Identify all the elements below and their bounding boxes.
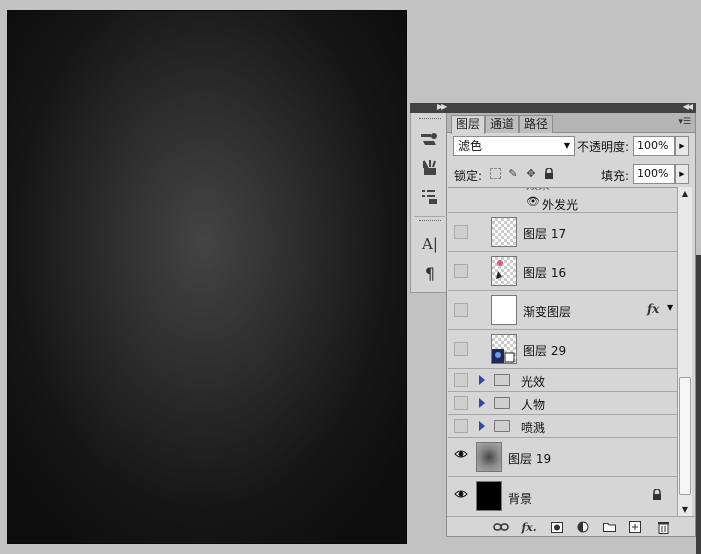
- layer-thumbnail: [491, 217, 517, 247]
- layer-name[interactable]: 图层 29: [523, 342, 566, 359]
- folder-icon: [494, 374, 510, 386]
- fill-slider-button[interactable]: ▶: [675, 164, 689, 184]
- layer-row[interactable]: 图层 16: [448, 252, 677, 291]
- clone-source-icon[interactable]: [419, 158, 441, 178]
- tool-presets-icon[interactable]: [419, 187, 441, 207]
- panel-icon-strip: A| ¶: [410, 113, 447, 293]
- group-name[interactable]: 光效: [521, 373, 545, 390]
- tab-layers[interactable]: 图层: [451, 115, 486, 134]
- trash-icon[interactable]: [655, 520, 671, 534]
- blend-mode-value: 滤色: [458, 139, 483, 153]
- layer-thumbnail: [491, 256, 517, 286]
- brushes-panel-icon[interactable]: [419, 129, 441, 149]
- scroll-down-icon[interactable]: ▼: [678, 503, 692, 517]
- collapse-panels-icon[interactable]: ◀◀: [683, 102, 693, 111]
- visibility-toggle[interactable]: [454, 373, 468, 387]
- group-name[interactable]: 喷溅: [521, 419, 545, 436]
- eye-icon[interactable]: [454, 449, 468, 463]
- folder-icon: [494, 420, 510, 432]
- chevron-down-icon: ▼: [563, 141, 570, 150]
- add-layer-style-icon[interactable]: fx.: [521, 520, 537, 534]
- lock-all-icon[interactable]: [542, 166, 556, 180]
- panel-dock-header[interactable]: ▶▶ ◀◀: [410, 102, 696, 113]
- strip-grip-2[interactable]: [419, 220, 441, 223]
- lock-position-icon[interactable]: ✥: [524, 166, 538, 180]
- lock-label: 锁定:: [454, 169, 483, 183]
- layer-name[interactable]: 图层 19: [508, 450, 551, 467]
- eye-icon[interactable]: [454, 489, 468, 503]
- document-canvas[interactable]: [7, 10, 407, 544]
- effects-row[interactable]: 效果: [448, 188, 677, 194]
- layer-row[interactable]: 背景: [448, 477, 677, 517]
- expand-effects-icon[interactable]: ▼: [667, 303, 673, 312]
- layer-name[interactable]: 渐变图层: [523, 303, 571, 320]
- visibility-toggle[interactable]: [454, 225, 468, 239]
- effect-outer-glow-row[interactable]: 👁 外发光: [448, 194, 677, 213]
- folder-icon: [494, 397, 510, 409]
- panel-menu-icon[interactable]: ▾☰: [678, 117, 691, 127]
- character-panel-icon[interactable]: A|: [419, 234, 441, 254]
- opacity-slider-button[interactable]: ▶: [675, 136, 689, 156]
- fx-icon[interactable]: fx: [647, 302, 659, 316]
- expand-panels-icon[interactable]: ▶▶: [437, 102, 447, 111]
- layer-name[interactable]: 图层 16: [523, 264, 566, 281]
- lock-icon: [652, 488, 662, 503]
- layer-row[interactable]: 渐变图层 fx ▼: [448, 291, 677, 330]
- layer-row[interactable]: 图层 19: [448, 438, 677, 477]
- strip-grip[interactable]: [419, 118, 441, 121]
- panel-tabs: 图层 通道 路径 ▾☰: [447, 113, 695, 134]
- layer-row[interactable]: 图层 29: [448, 330, 677, 369]
- visibility-toggle[interactable]: [454, 396, 468, 410]
- adjustment-layer-icon[interactable]: [575, 520, 591, 534]
- group-name[interactable]: 人物: [521, 396, 545, 413]
- add-mask-icon[interactable]: [549, 520, 565, 534]
- new-group-icon[interactable]: [601, 520, 617, 534]
- blend-mode-select[interactable]: 滤色 ▼: [453, 136, 575, 156]
- visibility-toggle[interactable]: [454, 419, 468, 433]
- new-layer-icon[interactable]: [627, 520, 643, 534]
- expand-triangle-icon[interactable]: [479, 398, 485, 408]
- paragraph-panel-icon[interactable]: ¶: [419, 263, 441, 283]
- layer-group-row[interactable]: 光效: [448, 369, 677, 392]
- layer-thumbnail: [491, 334, 517, 364]
- link-layers-icon[interactable]: [493, 520, 509, 534]
- opacity-input[interactable]: 100%: [633, 136, 675, 156]
- layer-group-row[interactable]: 喷溅: [448, 415, 677, 438]
- expand-triangle-icon[interactable]: [479, 421, 485, 431]
- tab-paths[interactable]: 路径: [519, 115, 554, 133]
- layer-group-row[interactable]: 人物: [448, 392, 677, 415]
- layer-thumbnail: [476, 442, 502, 472]
- effect-outer-glow-label: 外发光: [542, 198, 579, 212]
- fill-input[interactable]: 100%: [633, 164, 675, 184]
- layer-thumbnail: [491, 295, 517, 325]
- layer-name[interactable]: 图层 17: [523, 225, 566, 242]
- layer-name[interactable]: 背景: [508, 490, 532, 507]
- layer-row[interactable]: 图层 17: [448, 213, 677, 252]
- window-edge: [696, 255, 701, 554]
- scroll-up-icon[interactable]: ▲: [678, 187, 692, 201]
- eye-icon[interactable]: 👁: [526, 195, 540, 208]
- visibility-toggle[interactable]: [454, 264, 468, 278]
- layers-list[interactable]: 效果 👁 外发光 图层 17 图层 16 渐变图层 fx ▼: [448, 187, 677, 517]
- lock-transparency-icon[interactable]: [488, 166, 502, 180]
- layers-scrollbar[interactable]: ▲ ▼: [677, 187, 692, 517]
- layer-thumbnail: [476, 481, 502, 511]
- effects-label: 效果: [526, 188, 550, 193]
- visibility-toggle[interactable]: [454, 303, 468, 317]
- layers-bottom-toolbar: fx.: [447, 516, 695, 536]
- layers-panel: 图层 通道 路径 ▾☰ 滤色 ▼ 不透明度: 100% ▶ 锁定: ✎ ✥ 填充…: [446, 113, 696, 537]
- tab-channels[interactable]: 通道: [485, 115, 520, 133]
- opacity-label: 不透明度:: [577, 140, 630, 154]
- fill-label: 填充:: [601, 169, 630, 183]
- expand-triangle-icon[interactable]: [479, 375, 485, 385]
- lock-paint-icon[interactable]: ✎: [506, 166, 520, 180]
- scroll-thumb[interactable]: [679, 377, 691, 495]
- visibility-toggle[interactable]: [454, 342, 468, 356]
